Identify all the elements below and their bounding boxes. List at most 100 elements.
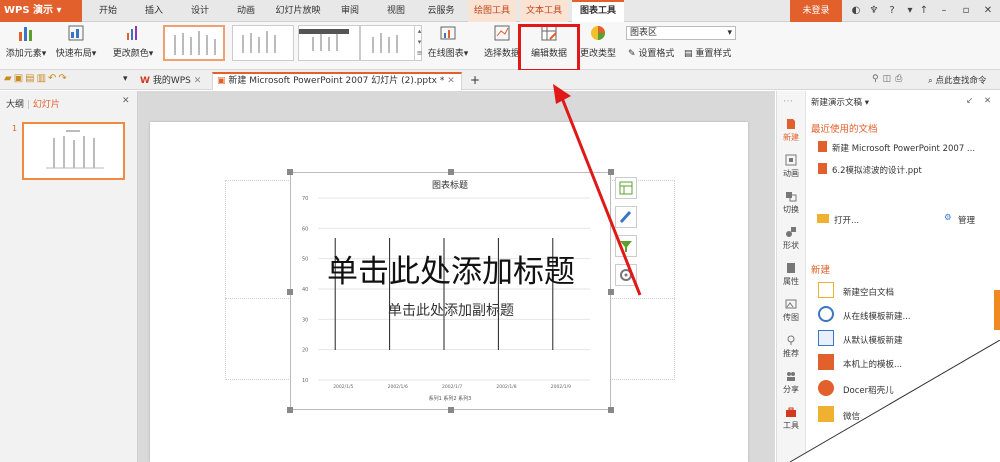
quick-layout-label: 快速布局	[55, 49, 92, 59]
resize-handle[interactable]	[287, 169, 293, 175]
slide-thumbnail[interactable]	[22, 122, 125, 180]
manage-link[interactable]: 管理	[958, 214, 975, 226]
chart-area-select[interactable]: 图表区 ▾	[626, 26, 736, 40]
sidebar-item-shapes[interactable]: 形状	[776, 226, 806, 251]
menu-drawing-tools[interactable]: 绘图工具	[468, 0, 516, 22]
help-icon[interactable]: ?	[884, 3, 900, 19]
edit-data-highlight	[518, 24, 580, 72]
add-element-label: 添加元素	[5, 49, 42, 59]
change-type-button[interactable]: 更改类型	[578, 24, 618, 59]
menu-animation[interactable]: 动画	[228, 0, 264, 22]
sidebar-item-properties[interactable]: 属性	[776, 262, 806, 287]
sidebar-item-label: 新建	[783, 133, 799, 142]
tab-my-wps-label: 我的WPS	[152, 76, 191, 86]
gallery-scroll[interactable]: ▴ ▾ ≡	[414, 26, 424, 60]
shapes-icon	[786, 227, 796, 237]
quick-layout-button[interactable]: 快速布局▾	[54, 24, 98, 59]
layout-icon	[68, 25, 84, 41]
recent-doc-item[interactable]: 新建 Microsoft PowerPoint 2007 ...	[832, 142, 975, 154]
tab-my-wps[interactable]: W 我的WPS ✕	[136, 72, 205, 90]
set-format-label: 设置格式	[638, 49, 675, 59]
sidebar-item-upload[interactable]: 传图	[776, 298, 806, 323]
recent-docs-title: 最近使用的文档	[811, 124, 878, 135]
menu-chart-tools[interactable]: 图表工具	[572, 0, 624, 22]
sidebar-item-label: 动画	[783, 169, 799, 178]
gear-icon: ⚙	[944, 213, 952, 223]
arrow-icon[interactable]: ↙	[966, 96, 973, 106]
set-format-button[interactable]: ✎ 设置格式	[628, 46, 680, 59]
new-blank-doc[interactable]: 新建空白文档	[843, 286, 894, 298]
annotation-arrow	[553, 84, 642, 296]
upload-image-icon	[785, 299, 797, 309]
menu-text-tools[interactable]: 文本工具	[520, 0, 568, 22]
skin-icon[interactable]: ◐	[848, 3, 864, 19]
bar-chart-icon	[19, 27, 32, 41]
recent-doc-item[interactable]: 6.2模拟滤波的设计.ppt	[832, 164, 922, 176]
close-icon[interactable]: ✕	[194, 76, 202, 86]
wps-w-icon: W	[140, 76, 150, 86]
pie-chart-icon	[591, 26, 605, 40]
x-tick-label: 2002/1/9	[551, 384, 571, 390]
reset-icon: ▤	[684, 49, 693, 59]
palette-icon	[127, 26, 137, 40]
sidebar-menu-icon[interactable]: ⋯	[783, 96, 793, 107]
login-button[interactable]: 未登录	[790, 0, 842, 22]
y-tick-label: 60	[302, 226, 308, 232]
new-tab-button[interactable]: +	[466, 72, 484, 90]
wps-app-menu[interactable]: WPS 演示 ▾	[0, 0, 82, 22]
chart-style-previews	[174, 29, 398, 55]
animation-icon	[785, 154, 797, 166]
up-icon[interactable]: ↑	[916, 3, 932, 19]
sidebar-item-new[interactable]: 新建	[776, 118, 806, 143]
sidebar-item-label: 属性	[783, 277, 799, 286]
sidebar-item-animation[interactable]: 动画	[776, 154, 806, 179]
change-color-button[interactable]: 更改颜色▾	[110, 24, 156, 59]
resize-handle[interactable]	[448, 169, 454, 175]
panel-collapse-handle[interactable]	[994, 290, 1000, 330]
panel-tabs: 大纲 | 幻灯片	[6, 100, 60, 110]
add-element-button[interactable]: 添加元素▾	[4, 24, 48, 59]
close-icon[interactable]: ✕	[984, 96, 991, 106]
rpanel-header[interactable]: 新建演示文稿 ▾	[811, 96, 869, 108]
ppt-file-icon	[818, 141, 827, 152]
menu-slideshow[interactable]: 幻灯片放映	[270, 0, 326, 22]
select-data-label: 选择数据	[483, 49, 520, 59]
select-data-icon	[494, 25, 510, 41]
command-search[interactable]: ⌕ 点此查找命令	[928, 74, 986, 86]
close-icon[interactable]: ✕	[980, 3, 996, 19]
open-link[interactable]: 打开...	[834, 214, 859, 226]
page-curl	[789, 340, 1000, 462]
change-type-label: 更改类型	[579, 49, 616, 59]
shirt-icon[interactable]: ♆	[866, 3, 882, 19]
close-icon[interactable]: ✕	[447, 76, 455, 86]
minimize-icon[interactable]: –	[936, 3, 952, 19]
menu-insert[interactable]: 插入	[136, 0, 172, 22]
chevron-down-icon[interactable]: ▾	[123, 74, 128, 84]
ppt-file-icon	[818, 163, 827, 174]
tab-outline[interactable]: 大纲	[6, 100, 24, 110]
ppt-file-icon: ▣	[217, 76, 226, 86]
sidebar-item-transition[interactable]: 切换	[776, 190, 806, 215]
maximize-icon[interactable]: ▫	[958, 3, 974, 19]
change-color-label: 更改颜色	[112, 49, 149, 59]
tab-document[interactable]: ▣ 新建 Microsoft PowerPoint 2007 幻灯片 (2).p…	[212, 72, 462, 90]
menu-design[interactable]: 设计	[182, 0, 218, 22]
quick-access-icons[interactable]: ▰▣▤▥↶↷	[4, 73, 69, 84]
menu-review[interactable]: 审阅	[332, 0, 368, 22]
menu-home[interactable]: 开始	[90, 0, 126, 22]
y-tick-label: 10	[302, 378, 308, 384]
sidebar-item-label: 传图	[783, 313, 799, 322]
menu-cloud[interactable]: 云服务	[420, 0, 462, 22]
command-search-label: 点此查找命令	[935, 76, 987, 86]
close-icon[interactable]: ✕	[122, 96, 130, 106]
tabbar-tool-icons[interactable]: ⚲◫⎙	[872, 74, 906, 84]
reset-style-button[interactable]: ▤ 重置样式	[684, 46, 740, 59]
menu-view[interactable]: 视图	[378, 0, 414, 22]
chevron-down-icon: ▾	[727, 28, 732, 38]
online-chart-button[interactable]: 在线图表▾	[426, 24, 470, 59]
rpanel-header-label: 新建演示文稿	[811, 98, 863, 108]
properties-icon	[787, 263, 795, 273]
tab-document-label: 新建 Microsoft PowerPoint 2007 幻灯片 (2).ppt…	[228, 76, 445, 86]
new-from-online-template[interactable]: 从在线模板新建...	[843, 310, 911, 322]
tab-slides[interactable]: 幻灯片	[33, 100, 60, 110]
